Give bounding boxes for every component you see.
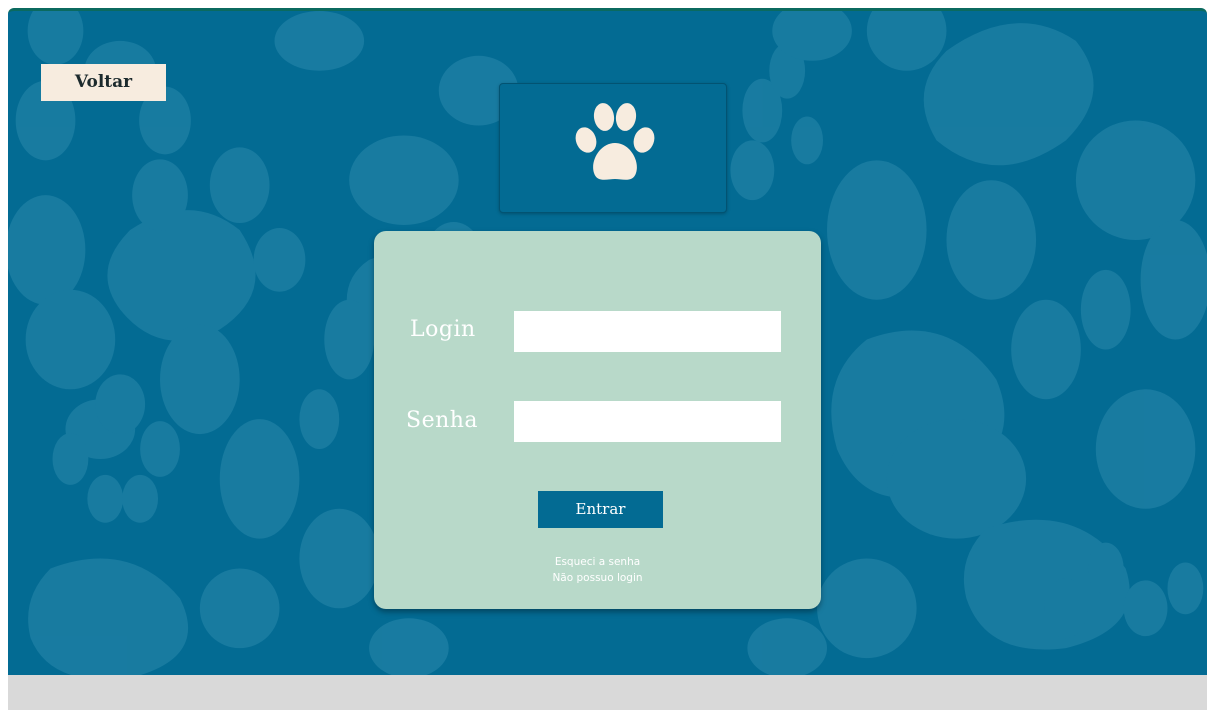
footer-bar <box>8 675 1207 710</box>
login-input[interactable] <box>514 311 781 352</box>
login-card: Login Senha Entrar Esqueci a senha Não p… <box>374 231 821 609</box>
password-input[interactable] <box>514 401 781 442</box>
paw-icon <box>575 103 655 180</box>
forgot-password-link[interactable]: Esqueci a senha <box>374 556 821 568</box>
back-button[interactable]: Voltar <box>41 64 166 101</box>
no-login-link[interactable]: Não possuo login <box>374 572 821 584</box>
password-label: Senha <box>406 408 479 433</box>
login-label: Login <box>410 317 476 342</box>
login-button[interactable]: Entrar <box>538 491 663 528</box>
logo <box>499 83 727 213</box>
